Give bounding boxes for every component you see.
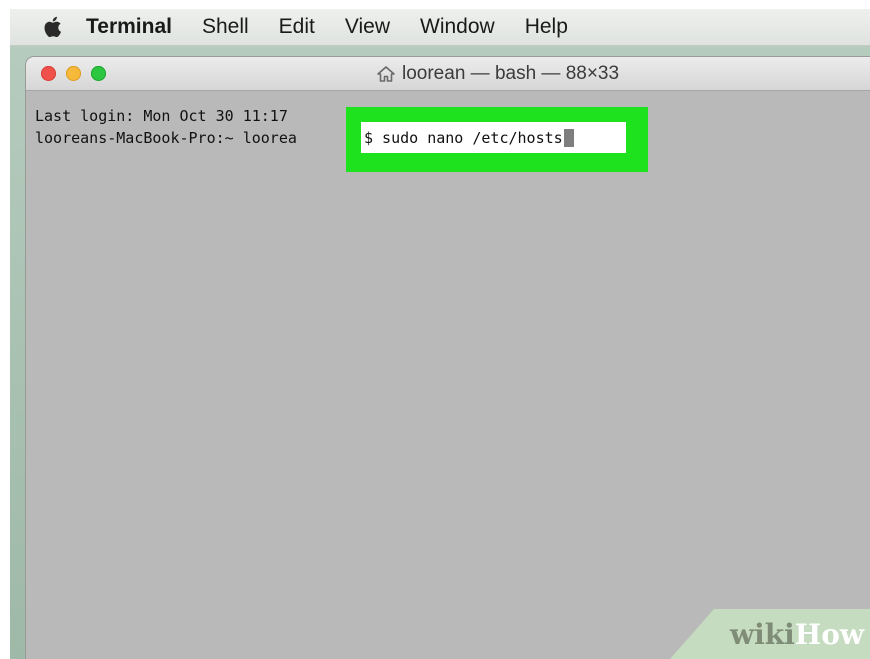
- minimize-button[interactable]: [66, 66, 81, 81]
- menu-window[interactable]: Window: [420, 15, 495, 39]
- window-titlebar[interactable]: loorean — bash — 88×33: [26, 57, 870, 91]
- terminal-output[interactable]: Last login: Mon Oct 30 11:17 looreans-Ma…: [26, 91, 870, 659]
- terminal-window: loorean — bash — 88×33 Last login: Mon O…: [26, 57, 870, 659]
- watermark-how: How: [794, 617, 864, 651]
- menu-edit[interactable]: Edit: [279, 15, 315, 39]
- menu-bar: Terminal Shell Edit View Window Help: [10, 9, 870, 46]
- apple-logo-icon: [44, 16, 61, 38]
- command-input[interactable]: $ sudo nano /etc/hosts: [361, 122, 626, 153]
- desktop: Terminal Shell Edit View Window Help loo…: [10, 9, 870, 659]
- menu-shell[interactable]: Shell: [202, 15, 249, 39]
- apple-menu[interactable]: [32, 9, 72, 45]
- last-login-line: Last login: Mon Oct 30 11:17: [35, 107, 288, 125]
- menu-help[interactable]: Help: [525, 15, 568, 39]
- window-title-text: loorean — bash — 88×33: [402, 62, 620, 84]
- text-cursor: [563, 128, 574, 147]
- watermark-wiki: wiki: [729, 617, 795, 651]
- close-button[interactable]: [41, 66, 56, 81]
- home-icon: [377, 65, 395, 82]
- zoom-button[interactable]: [91, 66, 106, 81]
- window-title: loorean — bash — 88×33: [376, 57, 619, 90]
- menu-terminal[interactable]: Terminal: [86, 15, 172, 39]
- command-text: $ sudo nano /etc/hosts: [364, 128, 563, 147]
- prompt-line: looreans-MacBook-Pro:~ loorea: [35, 129, 297, 147]
- menu-view[interactable]: View: [345, 15, 390, 39]
